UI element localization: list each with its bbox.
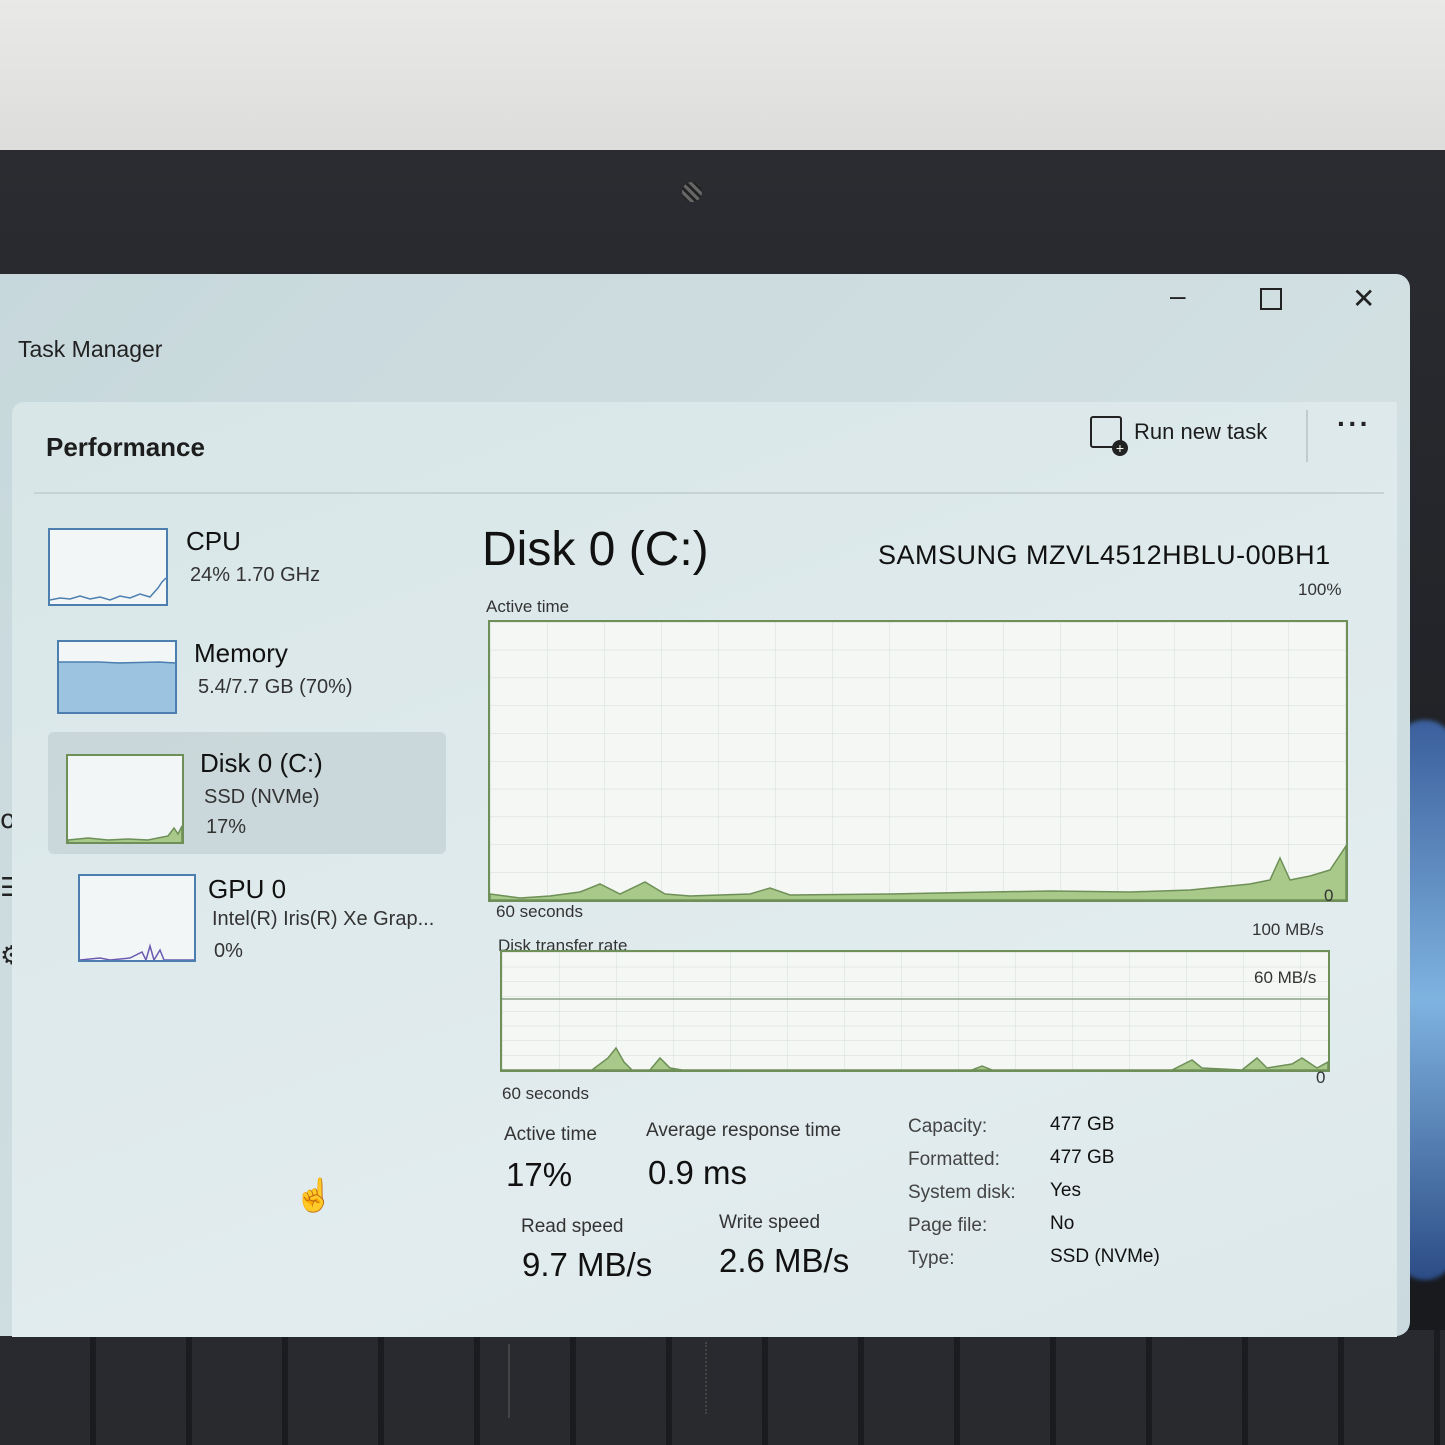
avg-response-label: Average response time [646,1120,842,1141]
device-name: GPU 0 [208,874,287,904]
window-title: Task Manager [18,336,163,362]
active-time-graph [488,620,1348,902]
avg-response-stat: 0.9 ms [648,1154,748,1191]
device-name: Memory [194,638,288,668]
maximize-icon[interactable] [1260,288,1282,310]
cpu-thumbnail [48,528,168,606]
toolbar-separator [1306,410,1308,462]
device-gpu0[interactable]: GPU 0 Intel(R) Iris(R) Xe Grap... 0% [52,860,442,980]
system-disk-value: Yes [1050,1180,1081,1201]
type-value: SSD (NVMe) [1050,1246,1160,1267]
device-usage: 0% [214,940,243,962]
device-type: SSD (NVMe) [204,786,320,808]
page-title: Performance [46,432,205,462]
type-label: Type: [908,1248,955,1269]
read-speed-stat: 9.7 MB/s [522,1246,653,1283]
disk-thumbnail [66,754,184,844]
page-file-value: No [1050,1213,1075,1234]
read-speed-indicator [508,1344,510,1418]
device-stats: 24% 1.70 GHz [190,564,321,586]
run-new-task-label: Run new task [1134,419,1268,444]
write-speed-label: Write speed [719,1212,821,1233]
transfer-max: 100 MB/s [1252,920,1324,939]
device-disk0[interactable]: Disk 0 (C:) SSD (NVMe) 17% [48,732,446,854]
read-speed-label: Read speed [521,1216,624,1237]
active-time-max: 100% [1298,580,1342,599]
system-disk-label: System disk: [908,1182,1016,1203]
active-time-stat: 17% [506,1156,573,1193]
device-model: Intel(R) Iris(R) Xe Grap... [212,908,435,930]
device-usage: 17% [206,816,247,838]
hand-cursor-icon: ☝ [294,1177,334,1213]
formatted-value: 477 GB [1050,1147,1115,1168]
active-time-stat-label: Active time [504,1124,597,1145]
device-memory[interactable]: Memory 5.4/7.7 GB (70%) [52,624,442,729]
write-speed-indicator [705,1342,707,1414]
run-new-task-button[interactable]: Run new task [1090,412,1268,456]
run-task-icon [1090,416,1128,456]
minimize-icon[interactable]: – [1170,280,1186,312]
more-icon[interactable]: ··· [1337,408,1371,440]
write-speed-stat: 2.6 MB/s [719,1242,850,1279]
disk-title: Disk 0 (C:) [482,523,709,576]
active-time-min: 0 [1324,886,1334,905]
page-file-label: Page file: [908,1215,988,1236]
memory-thumbnail [57,640,177,714]
keyboard [0,1330,1445,1445]
device-cpu[interactable]: CPU 24% 1.70 GHz [48,512,442,617]
webcam [682,182,702,202]
device-stats: 5.4/7.7 GB (70%) [198,676,353,698]
disk-model: SAMSUNG MZVL4512HBLU-00BH1 [878,540,1331,570]
task-manager-window: Task Manager – ✕ ꝏ ☰ ⚙ ⚙ Performance Run… [0,274,1410,1418]
background-wall [0,0,1445,160]
active-time-chart-label: Active time [486,597,570,616]
gpu-thumbnail [78,874,196,963]
header-divider [34,492,1384,494]
close-icon[interactable]: ✕ [1352,282,1375,315]
device-name: Disk 0 (C:) [200,748,323,778]
transfer-window: 60 seconds [502,1084,589,1103]
transfer-mid: 60 MB/s [1254,968,1317,987]
capacity-label: Capacity: [908,1116,988,1137]
performance-panel: Performance Run new task ··· CPU 24% 1.7… [12,402,1397,1418]
formatted-label: Formatted: [908,1149,1000,1170]
active-time-window: 60 seconds [496,902,583,921]
device-name: CPU [186,526,241,556]
capacity-value: 477 GB [1050,1114,1115,1135]
transfer-min: 0 [1316,1068,1326,1087]
transfer-rate-graph [500,950,1330,1072]
